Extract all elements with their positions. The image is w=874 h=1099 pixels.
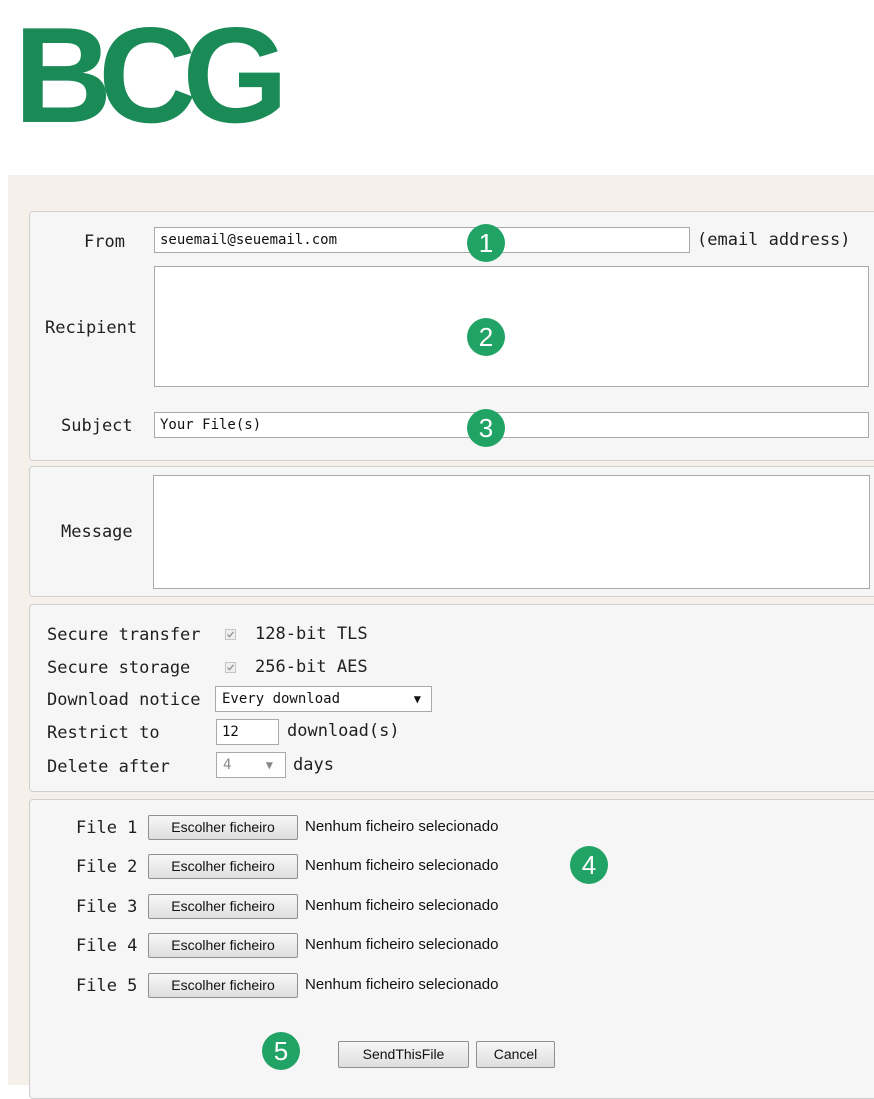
file-4-choose-button[interactable]: Escolher ficheiro bbox=[148, 933, 298, 958]
annotation-badge-2: 2 bbox=[467, 318, 505, 356]
from-hint: (email address) bbox=[697, 230, 851, 250]
file-2-label: File 2 bbox=[76, 857, 138, 877]
file-1-choose-button[interactable]: Escolher ficheiro bbox=[148, 815, 298, 840]
secure-transfer-value: 128-bit TLS bbox=[255, 624, 368, 644]
file-3-label: File 3 bbox=[76, 897, 138, 917]
secure-storage-checkbox[interactable] bbox=[225, 662, 236, 673]
annotation-badge-4: 4 bbox=[570, 846, 608, 884]
annotation-badge-5: 5 bbox=[262, 1032, 300, 1070]
restrict-input[interactable]: 12 bbox=[216, 719, 279, 745]
bcg-logo: BCG bbox=[14, 10, 294, 130]
delete-after-unit: days bbox=[293, 755, 334, 775]
file-2-status: Nenhum ficheiro selecionado bbox=[305, 857, 499, 874]
subject-input[interactable]: Your File(s) bbox=[154, 412, 869, 438]
file-5-choose-button[interactable]: Escolher ficheiro bbox=[148, 973, 298, 998]
from-input[interactable]: seuemail@seuemail.com bbox=[154, 227, 690, 253]
download-notice-selected: Every download bbox=[222, 691, 341, 707]
dropdown-arrow-icon: ▼ bbox=[413, 692, 421, 706]
secure-storage-value: 256-bit AES bbox=[255, 657, 368, 677]
cancel-button[interactable]: Cancel bbox=[476, 1041, 555, 1068]
file-4-status: Nenhum ficheiro selecionado bbox=[305, 936, 499, 953]
checkmark-icon bbox=[226, 664, 235, 671]
delete-after-select[interactable]: 4 ▼ bbox=[216, 752, 286, 778]
page-header: BCG bbox=[0, 0, 874, 175]
file-5-status: Nenhum ficheiro selecionado bbox=[305, 976, 499, 993]
file-3-choose-button[interactable]: Escolher ficheiro bbox=[148, 894, 298, 919]
file-5-label: File 5 bbox=[76, 976, 138, 996]
message-textarea[interactable] bbox=[153, 475, 870, 589]
file-2-choose-button[interactable]: Escolher ficheiro bbox=[148, 854, 298, 879]
send-button[interactable]: SendThisFile bbox=[338, 1041, 469, 1068]
download-notice-label: Download notice bbox=[47, 690, 201, 710]
subject-label: Subject bbox=[61, 416, 133, 436]
delete-after-selected: 4 bbox=[223, 757, 232, 773]
annotation-badge-3: 3 bbox=[467, 409, 505, 447]
secure-transfer-label: Secure transfer bbox=[47, 625, 201, 645]
from-label: From bbox=[84, 232, 125, 252]
restrict-label: Restrict to bbox=[47, 723, 160, 743]
annotation-badge-1: 1 bbox=[467, 224, 505, 262]
delete-after-label: Delete after bbox=[47, 757, 170, 777]
file-4-label: File 4 bbox=[76, 936, 138, 956]
recipient-textarea[interactable] bbox=[154, 266, 869, 387]
file-1-status: Nenhum ficheiro selecionado bbox=[305, 818, 499, 835]
file-3-status: Nenhum ficheiro selecionado bbox=[305, 897, 499, 914]
checkmark-icon bbox=[226, 631, 235, 638]
recipient-label: Recipient bbox=[45, 318, 138, 338]
message-label: Message bbox=[61, 522, 133, 542]
secure-transfer-checkbox[interactable] bbox=[225, 629, 236, 640]
secure-storage-label: Secure storage bbox=[47, 658, 191, 678]
download-notice-select[interactable]: Every download ▼ bbox=[215, 686, 432, 712]
svg-text:BCG: BCG bbox=[14, 10, 280, 130]
dropdown-arrow-icon: ▼ bbox=[265, 758, 273, 772]
file-1-label: File 1 bbox=[76, 818, 138, 838]
restrict-unit: download(s) bbox=[287, 721, 400, 741]
